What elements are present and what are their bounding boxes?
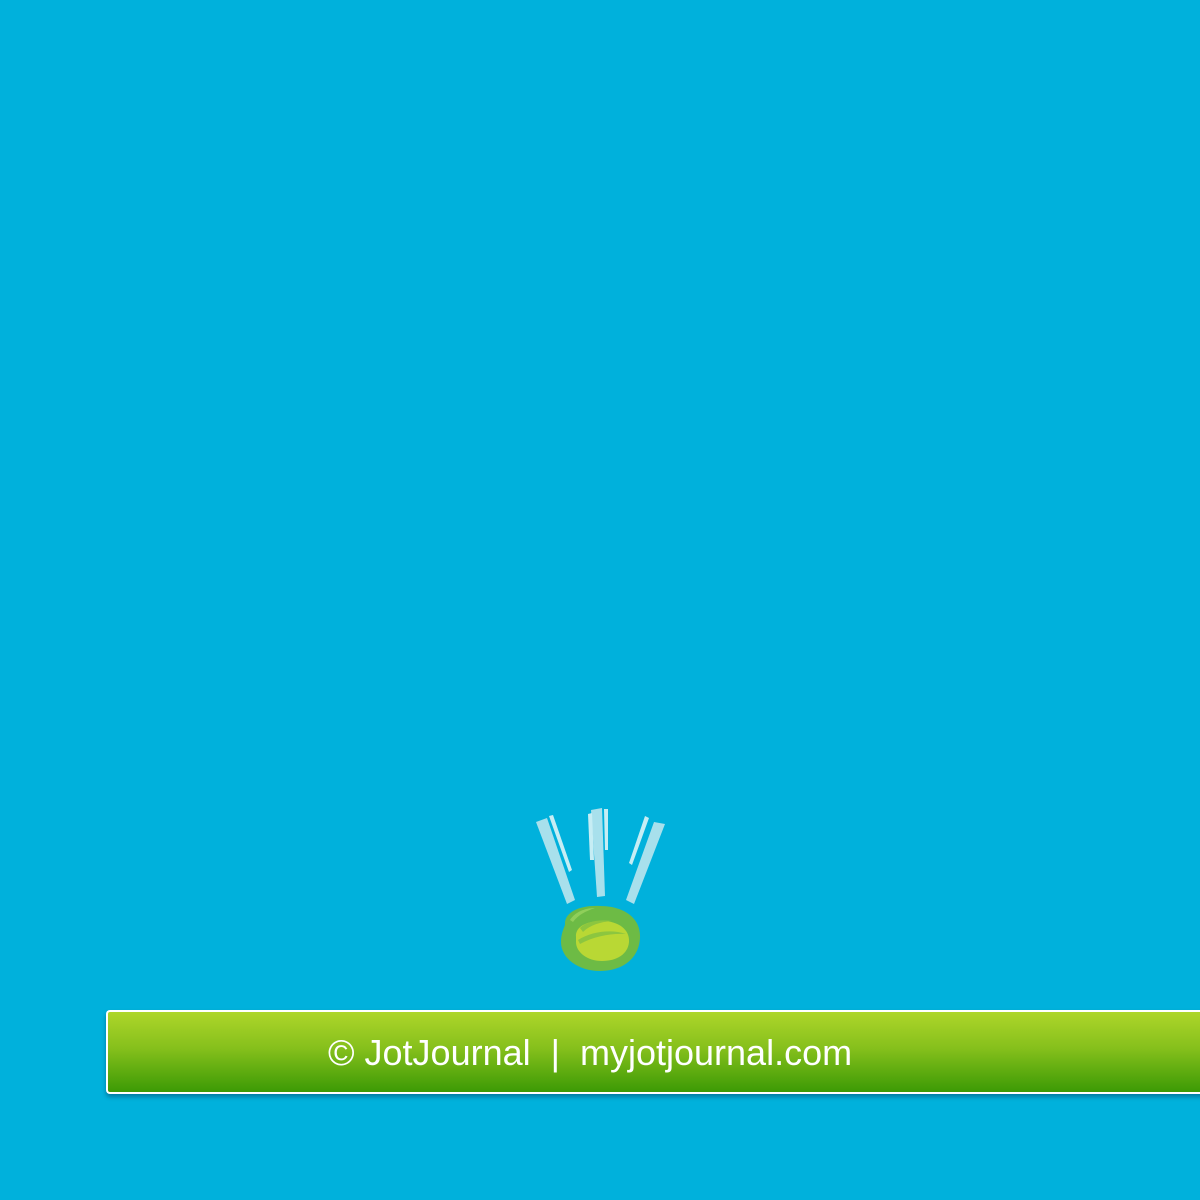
middle-ray <box>588 808 608 897</box>
right-ray <box>626 816 665 904</box>
background-canvas: © JotJournal | myjotjournal.com <box>0 0 1200 1200</box>
copyright-text: © JotJournal | myjotjournal.com <box>328 1032 853 1073</box>
footer-banner: © JotJournal | myjotjournal.com <box>106 1010 1200 1094</box>
dot <box>561 905 641 971</box>
exclamation-splash-icon <box>536 808 665 971</box>
left-ray <box>536 815 575 904</box>
